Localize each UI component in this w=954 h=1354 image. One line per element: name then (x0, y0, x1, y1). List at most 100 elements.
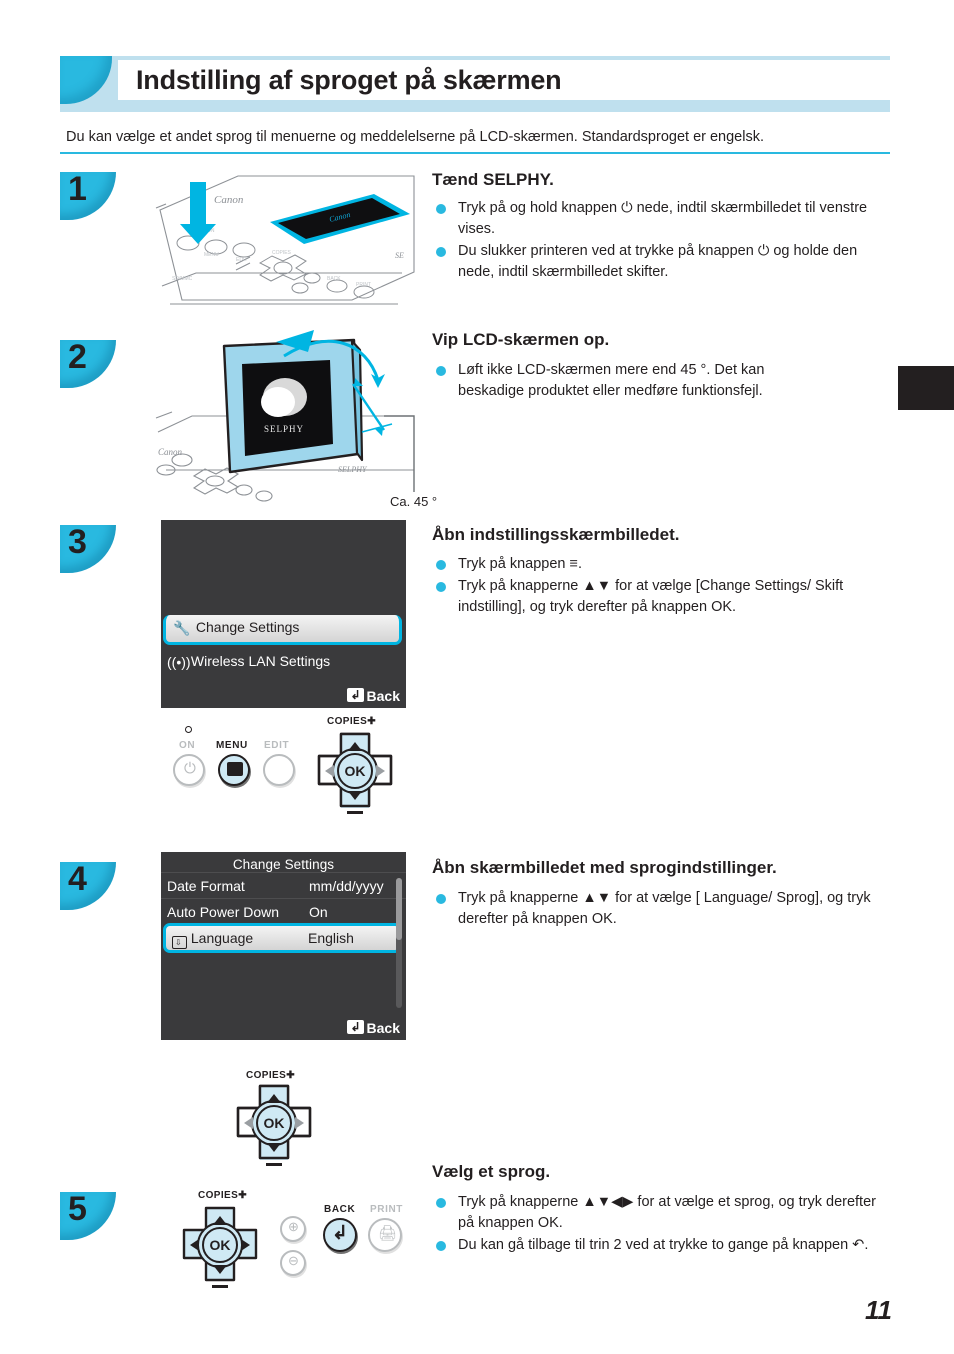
step-4-heading: Åbn skærmbilledet med sprogindstillinger… (432, 858, 777, 877)
lcd-scrollbar[interactable] (396, 878, 402, 1008)
bullet-item: Tryk på knapperne ▲▼ for at vælge [Chang… (432, 576, 878, 618)
step-2-heading: Vip LCD-skærmen op. (432, 330, 610, 349)
menu-button[interactable] (218, 754, 250, 786)
lcd-menu-label: Change Settings (195, 619, 300, 635)
lcd-menu-item-wireless-lan[interactable]: ((•)) Wireless LAN Settings (161, 648, 406, 674)
button-panel-step-3: ON ⏻ MENU EDIT COPIES✚ OK (161, 712, 406, 818)
plus-icon: ✚ (286, 1070, 295, 1081)
dpad-step-4[interactable]: OK (228, 1082, 320, 1168)
step-number-3: 3 (68, 523, 87, 561)
copies-plus-label: COPIES✚ (327, 716, 376, 727)
print-button[interactable]: 🖨 (368, 1218, 402, 1252)
lcd-row-value: mm/dd/yyyy (309, 878, 384, 894)
step-1-heading: Tænd SELPHY. (432, 170, 554, 189)
page-header: Indstilling af sproget på skærmen (60, 56, 890, 112)
lcd-screen-change-settings: Change Settings Date Format mm/dd/yyyy A… (161, 852, 406, 1040)
svg-text:Canon: Canon (158, 447, 183, 457)
svg-text:OK: OK (210, 1237, 231, 1253)
svg-text:SD/MMC: SD/MMC (172, 276, 193, 282)
copies-label-text: COPIES (198, 1190, 239, 1201)
zoom-out-button[interactable]: ⊖ (280, 1250, 306, 1276)
svg-text:Canon: Canon (214, 194, 244, 206)
bullet-item: Du slukker printeren ved at trykke på kn… (432, 241, 878, 283)
lcd-settings-row-date-format[interactable]: Date Format mm/dd/yyyy (161, 872, 406, 898)
print-button-label: PRINT (370, 1204, 403, 1215)
svg-text:OK: OK (345, 763, 366, 779)
lcd-screen-main-menu: 🔧 Change Settings ((•)) Wireless LAN Set… (161, 520, 406, 708)
step-4-bullets: Tryk på knapperne ▲▼ for at vælge [ Lang… (432, 888, 878, 931)
on-button[interactable]: ⏻ (173, 754, 205, 786)
copies-plus-label: COPIES✚ (198, 1190, 247, 1201)
svg-text:SE: SE (395, 251, 404, 260)
step-number-1: 1 (68, 170, 87, 208)
lcd-settings-row-language[interactable]: ⇩ Language English (163, 923, 402, 953)
print-icon: 🖨 (378, 1225, 398, 1242)
plus-icon: ✚ (367, 716, 376, 727)
dpad-step-3[interactable]: OK (309, 730, 401, 816)
zoom-in-button[interactable]: ⊕ (280, 1216, 306, 1242)
wireless-icon: ((•)) (167, 654, 191, 670)
lcd-row-label: Language (190, 930, 254, 946)
step-number-5: 5 (68, 1190, 87, 1228)
bullet-item: Tryk på knapperne ▲▼◀▶ for at vælge et s… (432, 1192, 878, 1234)
intro-divider (60, 152, 890, 154)
copies-plus-label: COPIES✚ (246, 1070, 295, 1081)
svg-text:SELPHY: SELPHY (264, 424, 304, 434)
svg-text:SELPHY: SELPHY (338, 465, 368, 474)
on-button-label: ON (179, 740, 196, 751)
step-1-bullets: Tryk på og hold knappen ⏻ nede, indtil s… (432, 198, 878, 284)
lcd-back-indicator: ↲ Back (347, 1020, 400, 1036)
step-badge-5: 5 (60, 1190, 116, 1240)
dpad-step-5[interactable]: OK (174, 1204, 266, 1290)
lcd-scrollbar-thumb[interactable] (396, 878, 402, 940)
back-arrow-icon: ↲ (332, 1223, 348, 1244)
lcd-row-value: On (309, 904, 328, 920)
step-badge-2: 2 (60, 338, 116, 388)
button-panel-step-4: COPIES✚ OK (220, 1070, 340, 1166)
edit-button-label: EDIT (264, 740, 290, 751)
svg-text:EDIT: EDIT (236, 257, 247, 263)
chapter-thumb-tab (898, 366, 954, 410)
step-number-2: 2 (68, 338, 87, 376)
svg-text:PRINT: PRINT (356, 282, 371, 288)
lcd-row-label: Date Format (167, 878, 245, 894)
plus-icon: ✚ (238, 1190, 247, 1201)
back-arrow-icon: ↲ (347, 1020, 364, 1034)
step-5-heading: Vælg et sprog. (432, 1162, 551, 1181)
lcd-menu-label: Wireless LAN Settings (190, 653, 331, 669)
back-button[interactable]: ↲ (323, 1218, 357, 1252)
language-icon: ⇩ (172, 936, 187, 949)
lcd-menu-item-change-settings[interactable]: 🔧 Change Settings (163, 615, 402, 645)
back-button-label: BACK (324, 1204, 356, 1215)
step-badge-4: 4 (60, 860, 116, 910)
bullet-item: Du kan gå tilbage til trin 2 ved at tryk… (432, 1235, 878, 1256)
bullet-item: Løft ikke LCD-skærmen mere end 45 °. Det… (432, 360, 832, 402)
svg-text:OK: OK (264, 1115, 285, 1131)
edit-button[interactable] (263, 754, 295, 786)
step-3-heading: Åbn indstillingsskærmbilledet. (432, 525, 680, 544)
zoom-out-icon: ⊖ (288, 1253, 299, 1268)
menu-button-label: MENU (216, 740, 248, 751)
lcd-settings-title: Change Settings (232, 857, 335, 872)
bullet-item: Tryk på knappen ≡. (432, 554, 878, 575)
svg-text:MENU: MENU (204, 252, 219, 258)
bullet-item: Tryk på og hold knappen ⏻ nede, indtil s… (432, 198, 878, 240)
lcd-back-label: Back (366, 1020, 400, 1036)
tools-icon: 🔧 (173, 620, 191, 636)
page-number: 11 (865, 1295, 892, 1325)
step-badge-1: 1 (60, 170, 116, 220)
svg-text:COPIES: COPIES (272, 250, 292, 256)
lcd-settings-row-auto-power-down[interactable]: Auto Power Down On (161, 898, 406, 924)
zoom-in-icon: ⊕ (288, 1219, 299, 1234)
lcd-row-label: Auto Power Down (167, 904, 280, 920)
tilt-angle-caption: Ca. 45 ° (390, 494, 438, 509)
copies-label-text: COPIES (327, 716, 368, 727)
lcd-back-indicator: ↲ Back (347, 688, 400, 704)
step-3-bullets: Tryk på knappen ≡. Tryk på knapperne ▲▼ … (432, 554, 878, 619)
menu-icon (227, 762, 243, 776)
power-led-icon (185, 726, 192, 733)
step-2-bullets: Løft ikke LCD-skærmen mere end 45 °. Det… (432, 360, 832, 403)
lcd-row-value: English (308, 930, 354, 946)
button-panel-step-5: COPIES✚ OK ⊕ ⊖ BACK ↲ PRINT 🖨 (168, 1190, 418, 1302)
intro-paragraph: Du kan vælge et andet sprog til menuerne… (66, 129, 764, 145)
